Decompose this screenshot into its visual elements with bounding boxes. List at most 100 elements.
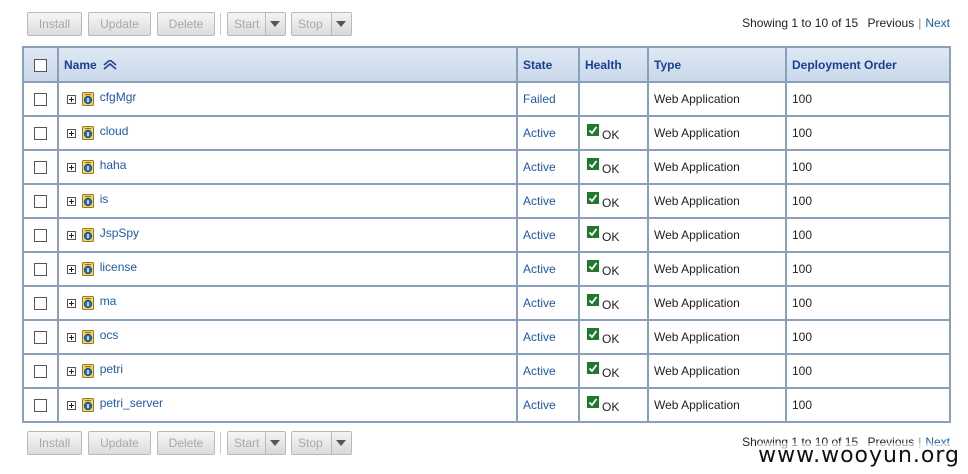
pagination-summary: Showing 1 to 10 of 15 <box>742 16 859 30</box>
name-cell: cfgMgr <box>57 81 518 117</box>
row-checkbox[interactable] <box>34 331 47 345</box>
plus-box-icon[interactable] <box>67 366 76 376</box>
health-cell: OK <box>578 251 649 287</box>
state-link[interactable]: Active <box>523 126 556 140</box>
app-name-link[interactable]: is <box>100 192 109 206</box>
row-checkbox[interactable] <box>34 127 47 141</box>
state-cell: Active <box>516 387 580 423</box>
plus-box-icon[interactable] <box>67 94 76 104</box>
delete-button[interactable]: Delete <box>157 431 215 455</box>
state-link[interactable]: Active <box>523 296 556 310</box>
name-cell: petri_server <box>57 387 518 423</box>
chevron-down-icon[interactable] <box>331 432 351 454</box>
green-check-icon <box>587 192 599 204</box>
pagination-separator: | <box>918 16 922 30</box>
delete-button[interactable]: Delete <box>157 12 215 36</box>
row-checkbox[interactable] <box>34 263 47 277</box>
row-select-cell <box>22 285 59 321</box>
column-header-name[interactable]: Name <box>57 46 518 83</box>
name-cell: is <box>57 183 518 219</box>
type-cell: Web Application <box>647 285 787 321</box>
app-name-link[interactable]: petri <box>100 362 123 376</box>
name-cell: cloud <box>57 115 518 151</box>
app-name-link[interactable]: ma <box>100 294 117 308</box>
column-header-order[interactable]: Deployment Order <box>785 46 951 83</box>
state-link[interactable]: Active <box>523 160 556 174</box>
table-row: petri Active OK Web Application 100 <box>22 353 951 389</box>
order-cell: 100 <box>785 217 951 253</box>
chevron-down-icon[interactable] <box>265 432 285 454</box>
column-header-health[interactable]: Health <box>578 46 649 83</box>
start-button[interactable]: Start <box>227 431 286 455</box>
row-checkbox[interactable] <box>34 161 47 175</box>
chevron-down-icon[interactable] <box>331 13 351 35</box>
select-all-checkbox[interactable] <box>34 58 47 72</box>
install-button[interactable]: Install <box>27 12 82 36</box>
app-name-link[interactable]: cloud <box>100 124 129 138</box>
row-checkbox[interactable] <box>34 93 47 107</box>
row-select-cell <box>22 387 59 423</box>
row-checkbox[interactable] <box>34 195 47 209</box>
install-button[interactable]: Install <box>27 431 82 455</box>
sort-ascending-icon[interactable] <box>103 60 117 70</box>
toolbar-divider <box>220 13 221 35</box>
state-link[interactable]: Active <box>523 228 556 242</box>
state-link[interactable]: Failed <box>523 92 556 106</box>
plus-box-icon[interactable] <box>67 400 76 410</box>
table-row: license Active OK Web Application 100 <box>22 251 951 287</box>
app-name-link[interactable]: license <box>100 260 137 274</box>
deployments-table: Name State Health Type Deployment Order <box>22 46 951 423</box>
health-status: OK <box>585 362 619 380</box>
order-cell: 100 <box>785 149 951 185</box>
web-app-icon <box>82 364 95 379</box>
plus-box-icon[interactable] <box>67 332 76 342</box>
name-cell: ocs <box>57 319 518 355</box>
start-button[interactable]: Start <box>227 12 286 36</box>
order-cell: 100 <box>785 285 951 321</box>
type-cell: Web Application <box>647 353 787 389</box>
plus-box-icon[interactable] <box>67 298 76 308</box>
plus-box-icon[interactable] <box>67 230 76 240</box>
stop-button[interactable]: Stop <box>291 12 352 36</box>
row-checkbox[interactable] <box>34 297 47 311</box>
green-check-icon <box>587 328 599 340</box>
column-header-state[interactable]: State <box>516 46 580 83</box>
state-link[interactable]: Active <box>523 398 556 412</box>
state-link[interactable]: Active <box>523 262 556 276</box>
chevron-down-icon[interactable] <box>265 13 285 35</box>
state-link[interactable]: Active <box>523 364 556 378</box>
table-row: ocs Active OK Web Application 100 <box>22 319 951 355</box>
stop-button[interactable]: Stop <box>291 431 352 455</box>
type-cell: Web Application <box>647 251 787 287</box>
row-checkbox[interactable] <box>34 399 47 413</box>
plus-box-icon[interactable] <box>67 162 76 172</box>
app-name-link[interactable]: petri_server <box>100 396 163 410</box>
next-link[interactable]: Next <box>925 16 950 30</box>
health-cell: OK <box>578 285 649 321</box>
table-row: haha Active OK Web Application 100 <box>22 149 951 185</box>
update-button[interactable]: Update <box>88 431 151 455</box>
health-label: OK <box>602 230 620 244</box>
app-name-link[interactable]: haha <box>100 158 127 172</box>
health-status: OK <box>585 294 619 312</box>
type-cell: Web Application <box>647 81 787 117</box>
health-label: OK <box>602 264 620 278</box>
app-name-link[interactable]: ocs <box>100 328 119 342</box>
health-label: OK <box>602 332 620 346</box>
select-all-cell <box>22 46 59 83</box>
app-name-link[interactable]: JspSpy <box>100 226 139 240</box>
state-link[interactable]: Active <box>523 330 556 344</box>
name-cell: JspSpy <box>57 217 518 253</box>
row-checkbox[interactable] <box>34 365 47 379</box>
plus-box-icon[interactable] <box>67 264 76 274</box>
app-name-link[interactable]: cfgMgr <box>100 90 137 104</box>
state-link[interactable]: Active <box>523 194 556 208</box>
row-checkbox[interactable] <box>34 229 47 243</box>
plus-box-icon[interactable] <box>67 196 76 206</box>
plus-box-icon[interactable] <box>67 128 76 138</box>
column-header-type[interactable]: Type <box>647 46 787 83</box>
update-button[interactable]: Update <box>88 12 151 36</box>
row-select-cell <box>22 183 59 219</box>
health-label: OK <box>602 366 620 380</box>
order-cell: 100 <box>785 81 951 117</box>
